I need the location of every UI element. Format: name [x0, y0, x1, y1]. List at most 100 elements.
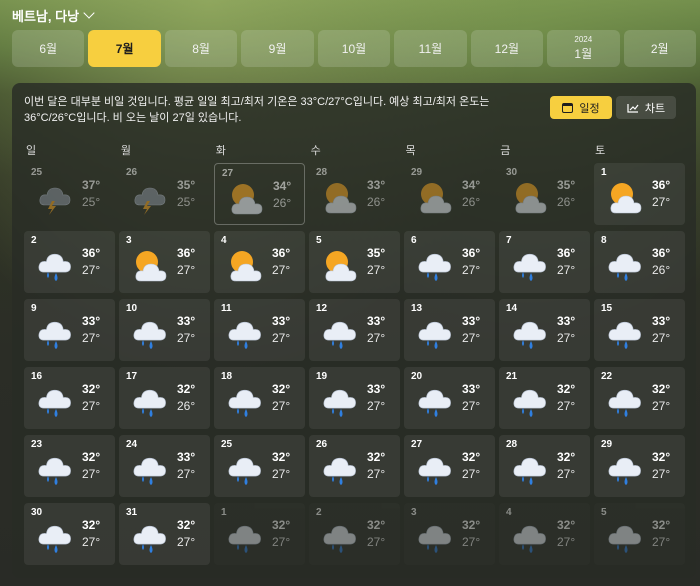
calendar-grid: 25 37° 25° 26 35° 25° 27 34° 26° 28 33° 26° 29 3…	[24, 163, 688, 565]
rain-icon	[129, 451, 169, 487]
month-tab[interactable]: 2월	[623, 30, 696, 67]
partly-cloudy-icon	[604, 179, 644, 215]
day-number: 29	[601, 439, 613, 450]
month-tab[interactable]: 8월	[164, 30, 238, 67]
day-cell[interactable]: 2 32° 27°	[309, 503, 400, 565]
month-tab-year: 2024	[574, 35, 593, 44]
month-tab[interactable]: 2024 1월	[547, 30, 620, 67]
day-cell[interactable]: 27 32° 27°	[404, 435, 495, 497]
low-temp: 27°	[557, 399, 576, 413]
month-tab-label: 8월	[192, 42, 210, 56]
day-cell[interactable]: 5 35° 27°	[309, 231, 400, 293]
high-temp: 33°	[367, 314, 386, 328]
low-temp: 27°	[177, 263, 196, 277]
low-temp: 27°	[272, 467, 291, 481]
day-cell[interactable]: 25 37° 25°	[24, 163, 115, 225]
low-temp: 27°	[177, 467, 196, 481]
day-cell[interactable]: 4 36° 27°	[214, 231, 305, 293]
day-cell[interactable]: 29 34° 26°	[404, 163, 495, 225]
day-cell[interactable]: 27 34° 26°	[214, 163, 305, 225]
month-tab[interactable]: 11월	[394, 30, 467, 67]
day-number: 11	[221, 303, 232, 314]
day-cell[interactable]: 19 33° 27°	[309, 367, 400, 429]
high-temp: 35°	[367, 246, 386, 260]
weekday-label: 월	[120, 145, 131, 157]
low-temp: 27°	[462, 263, 481, 277]
day-cell[interactable]: 17 32° 26°	[119, 367, 210, 429]
day-number: 5	[601, 507, 607, 518]
day-cell[interactable]: 30 32° 27°	[24, 503, 115, 565]
day-cell[interactable]: 12 33° 27°	[309, 299, 400, 361]
high-temp: 34°	[273, 179, 292, 193]
month-tab-label: 11월	[418, 42, 443, 56]
low-temp: 27°	[272, 399, 291, 413]
rain-icon	[414, 383, 454, 419]
rain-icon	[34, 247, 74, 283]
calendar-icon	[562, 102, 574, 113]
rain-icon	[34, 451, 74, 487]
day-cell[interactable]: 6 36° 27°	[404, 231, 495, 293]
calendar-view-button[interactable]: 일정	[550, 96, 612, 119]
location-selector[interactable]: 베트남, 다낭	[12, 6, 95, 24]
day-cell[interactable]: 25 32° 27°	[214, 435, 305, 497]
month-tab[interactable]: 6월	[12, 30, 85, 67]
day-cell[interactable]: 1 32° 27°	[214, 503, 305, 565]
day-cell[interactable]: 24 33° 27°	[119, 435, 210, 497]
day-cell[interactable]: 26 35° 25°	[119, 163, 210, 225]
month-tab[interactable]: 9월	[241, 30, 314, 67]
day-cell[interactable]: 1 36° 27°	[594, 163, 685, 225]
high-temp: 32°	[367, 450, 386, 464]
day-cell[interactable]: 15 33° 27°	[594, 299, 685, 361]
day-cell[interactable]: 4 32° 27°	[499, 503, 590, 565]
day-cell[interactable]: 31 32° 27°	[119, 503, 210, 565]
month-tab[interactable]: 12월	[470, 30, 544, 67]
month-summary: 이번 달은 대부분 비일 것입니다. 평균 일일 최고/최저 기온은 33°C/…	[24, 96, 490, 124]
high-temp: 32°	[82, 518, 101, 532]
day-number: 8	[601, 235, 607, 246]
day-cell[interactable]: 9 33° 27°	[24, 299, 115, 361]
day-cell[interactable]: 10 33° 27°	[119, 299, 210, 361]
day-cell[interactable]: 29 32° 27°	[594, 435, 685, 497]
day-cell[interactable]: 11 33° 27°	[214, 299, 305, 361]
day-cell[interactable]: 30 35° 26°	[499, 163, 590, 225]
rain-icon	[509, 451, 549, 487]
month-tab[interactable]: 7월	[88, 30, 161, 67]
low-temp: 27°	[82, 467, 101, 481]
day-cell[interactable]: 3 36° 27°	[119, 231, 210, 293]
day-cell[interactable]: 2 36° 27°	[24, 231, 115, 293]
day-cell[interactable]: 13 33° 27°	[404, 299, 495, 361]
day-cell[interactable]: 3 32° 27°	[404, 503, 495, 565]
high-temp: 33°	[462, 382, 481, 396]
month-tab[interactable]: 10월	[317, 30, 391, 67]
low-temp: 27°	[462, 467, 481, 481]
day-cell[interactable]: 28 33° 26°	[309, 163, 400, 225]
day-number: 21	[506, 371, 518, 382]
day-cell[interactable]: 20 33° 27°	[404, 367, 495, 429]
day-cell[interactable]: 28 32° 27°	[499, 435, 590, 497]
day-number: 4	[221, 235, 227, 246]
day-number: 28	[506, 439, 518, 450]
high-temp: 32°	[177, 382, 196, 396]
day-cell[interactable]: 26 32° 27°	[309, 435, 400, 497]
high-temp: 32°	[557, 450, 576, 464]
low-temp: 27°	[367, 467, 386, 481]
day-cell[interactable]: 23 32° 27°	[24, 435, 115, 497]
rain-icon	[34, 383, 74, 419]
high-temp: 32°	[462, 450, 481, 464]
rain-icon	[129, 519, 169, 555]
day-cell[interactable]: 5 32° 27°	[594, 503, 685, 565]
low-temp: 27°	[557, 263, 576, 277]
day-cell[interactable]: 18 32° 27°	[214, 367, 305, 429]
day-cell[interactable]: 7 36° 27°	[499, 231, 590, 293]
high-temp: 32°	[367, 518, 386, 532]
calendar-view-label: 일정	[579, 102, 600, 115]
day-cell[interactable]: 21 32° 27°	[499, 367, 590, 429]
chart-view-button[interactable]: 차트	[616, 96, 676, 119]
low-temp: 27°	[652, 535, 671, 549]
rain-icon	[604, 315, 644, 351]
rain-icon	[509, 247, 549, 283]
day-cell[interactable]: 14 33° 27°	[499, 299, 590, 361]
day-cell[interactable]: 22 32° 27°	[594, 367, 685, 429]
day-cell[interactable]: 16 32° 27°	[24, 367, 115, 429]
day-cell[interactable]: 8 36° 26°	[594, 231, 685, 293]
